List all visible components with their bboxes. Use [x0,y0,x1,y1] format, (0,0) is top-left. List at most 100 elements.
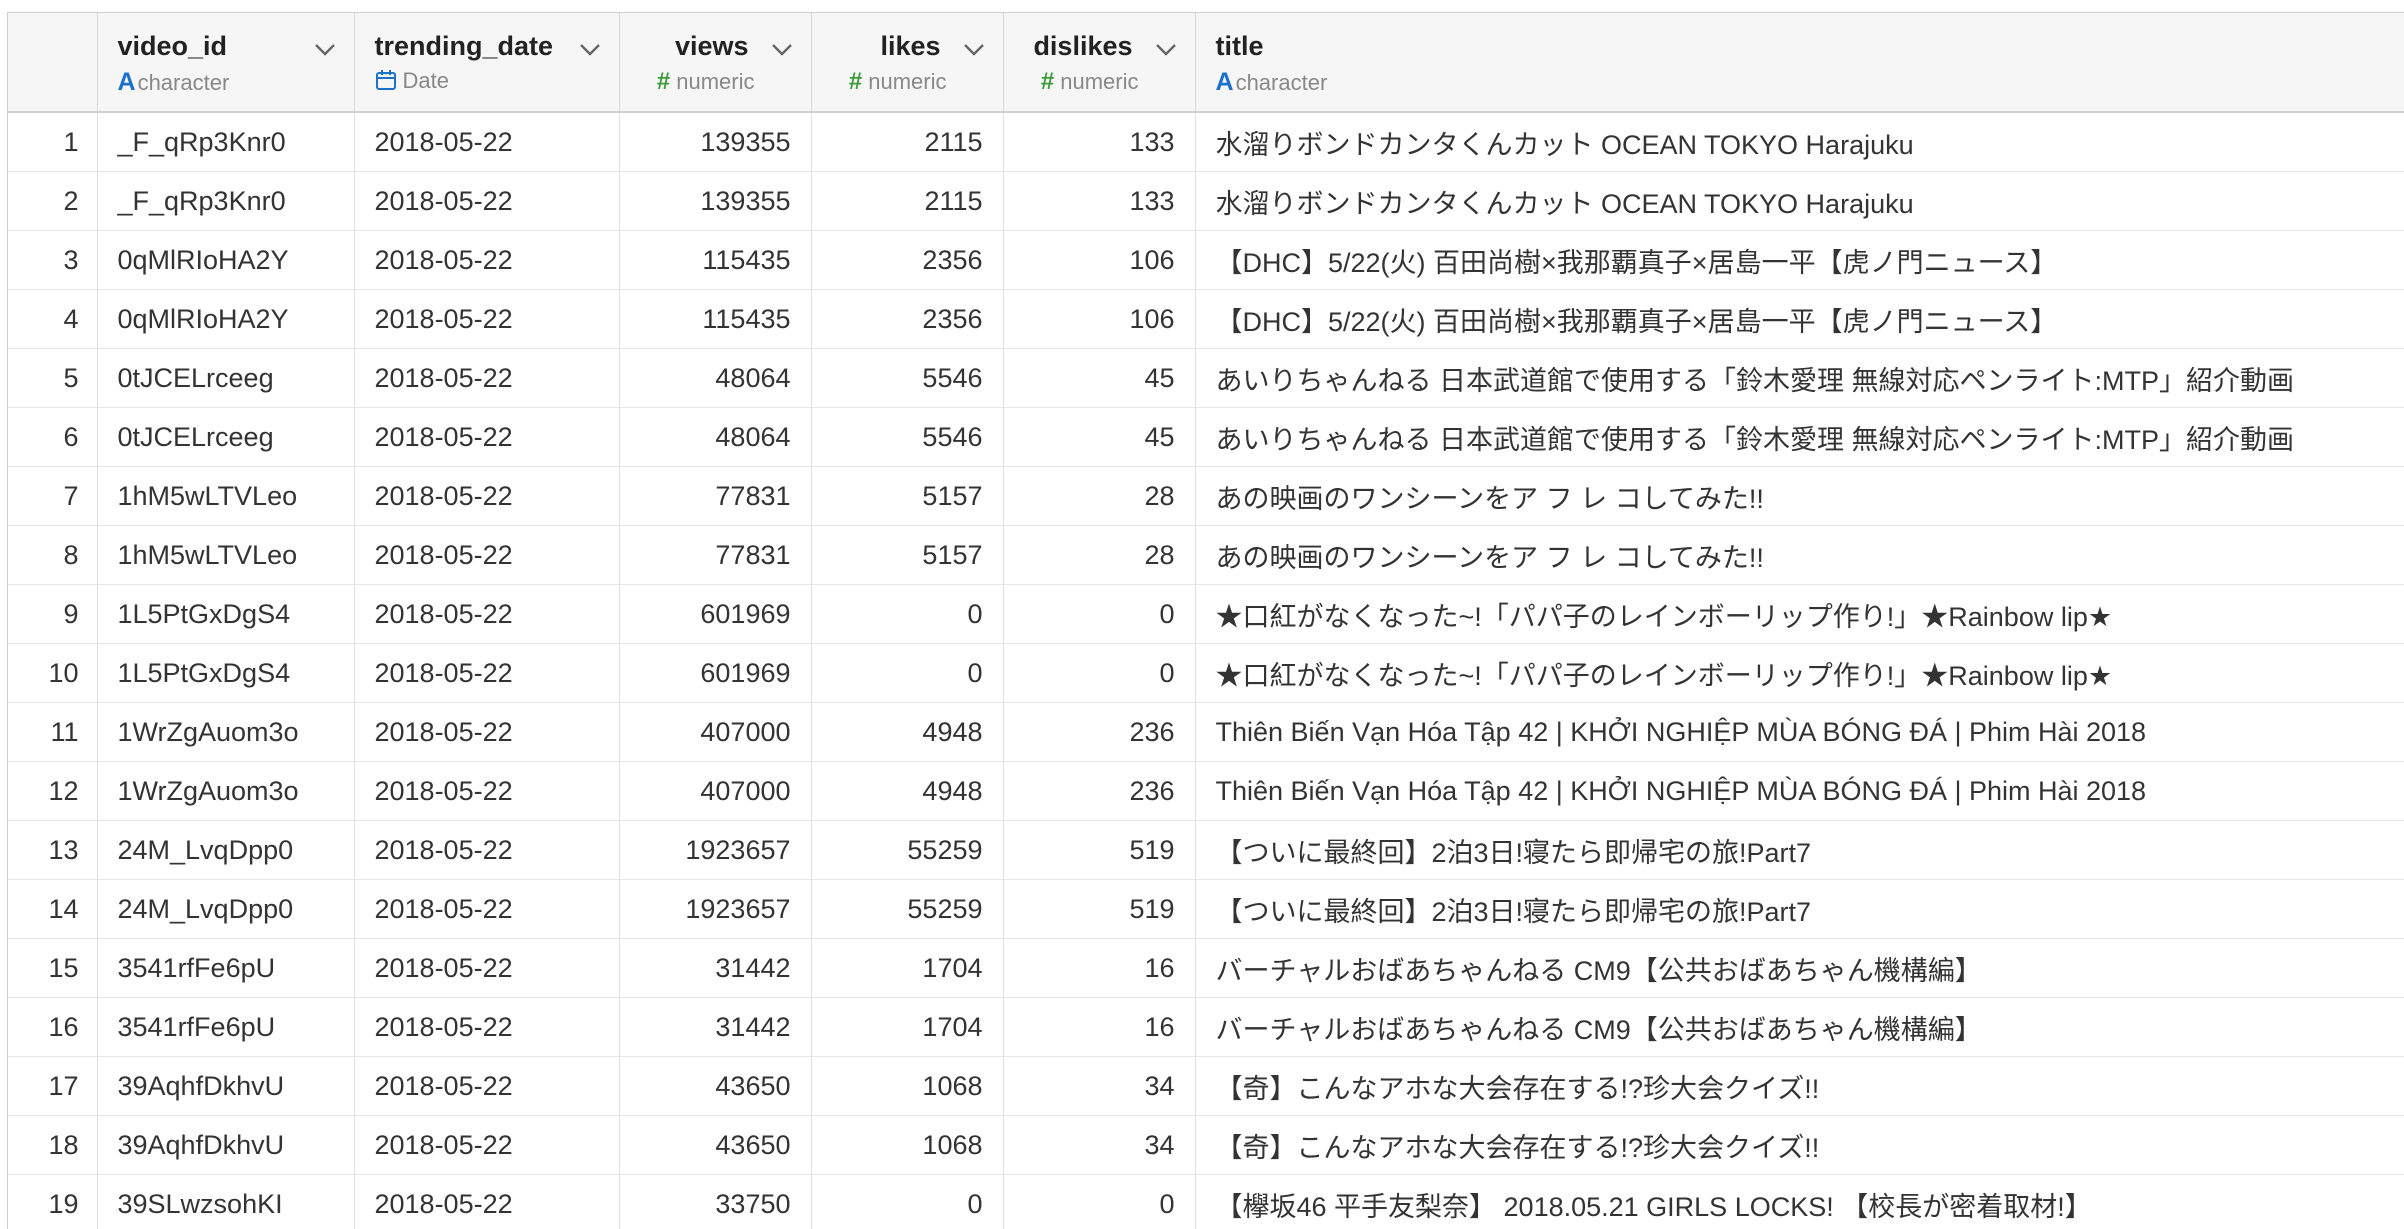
likes-cell[interactable]: 2356 [811,290,1003,349]
video-id-cell[interactable]: 24M_LvqDpp0 [97,821,354,880]
title-cell[interactable]: 水溜りボンドカンタくんカット OCEAN TOKYO Harajuku [1195,112,2404,172]
video-id-cell[interactable]: 0qMlRIoHA2Y [97,290,354,349]
title-cell[interactable]: ★口紅がなくなった~!「パパ子のレインボーリップ作り!」★Rainbow lip… [1195,644,2404,703]
views-cell[interactable]: 601969 [619,585,811,644]
likes-cell[interactable]: 5546 [811,408,1003,467]
row-number-cell[interactable]: 1 [8,112,97,172]
likes-cell[interactable]: 2115 [811,112,1003,172]
likes-cell[interactable]: 1704 [811,998,1003,1057]
trending-date-cell[interactable]: 2018-05-22 [354,1057,619,1116]
title-cell[interactable]: 【DHC】5/22(火) 百田尚樹×我那覇真子×居島一平【虎ノ門ニュース】 [1195,290,2404,349]
likes-cell[interactable]: 5157 [811,467,1003,526]
trending-date-cell[interactable]: 2018-05-22 [354,408,619,467]
video-id-cell[interactable]: 1L5PtGxDgS4 [97,644,354,703]
column-header-dislikes[interactable]: dislikes #numeric [1003,13,1195,112]
likes-cell[interactable]: 5157 [811,526,1003,585]
table-row[interactable]: 111WrZgAuom3o2018-05-224070004948236Thiê… [8,703,2404,762]
title-cell[interactable]: ★口紅がなくなった~!「パパ子のレインボーリップ作り!」★Rainbow lip… [1195,585,2404,644]
views-cell[interactable]: 31442 [619,939,811,998]
dislikes-cell[interactable]: 16 [1003,998,1195,1057]
views-cell[interactable]: 77831 [619,467,811,526]
row-number-cell[interactable]: 9 [8,585,97,644]
table-row[interactable]: 121WrZgAuom3o2018-05-224070004948236Thiê… [8,762,2404,821]
dislikes-cell[interactable]: 236 [1003,703,1195,762]
row-number-cell[interactable]: 11 [8,703,97,762]
views-cell[interactable]: 1923657 [619,880,811,939]
title-cell[interactable]: Thiên Biến Vạn Hóa Tập 42 | KHỞI NGHIỆP … [1195,703,2404,762]
dislikes-cell[interactable]: 16 [1003,939,1195,998]
trending-date-cell[interactable]: 2018-05-22 [354,1116,619,1175]
likes-cell[interactable]: 0 [811,585,1003,644]
likes-cell[interactable]: 5546 [811,349,1003,408]
table-row[interactable]: 101L5PtGxDgS42018-05-2260196900★口紅がなくなった… [8,644,2404,703]
trending-date-cell[interactable]: 2018-05-22 [354,231,619,290]
row-number-cell[interactable]: 8 [8,526,97,585]
video-id-cell[interactable]: 39SLwzsohKI [97,1175,354,1229]
table-row[interactable]: 1324M_LvqDpp02018-05-22192365755259519【つ… [8,821,2404,880]
trending-date-cell[interactable]: 2018-05-22 [354,290,619,349]
video-id-cell[interactable]: 39AqhfDkhvU [97,1116,354,1175]
dislikes-cell[interactable]: 28 [1003,526,1195,585]
dislikes-cell[interactable]: 0 [1003,585,1195,644]
views-cell[interactable]: 407000 [619,703,811,762]
likes-cell[interactable]: 1704 [811,939,1003,998]
row-number-cell[interactable]: 17 [8,1057,97,1116]
title-cell[interactable]: 【ついに最終回】2泊3日!寝たら即帰宅の旅!Part7 [1195,821,2404,880]
views-cell[interactable]: 407000 [619,762,811,821]
video-id-cell[interactable]: 0tJCELrceeg [97,349,354,408]
trending-date-cell[interactable]: 2018-05-22 [354,349,619,408]
views-cell[interactable]: 139355 [619,112,811,172]
table-row[interactable]: 81hM5wLTVLeo2018-05-2277831515728あの映画のワン… [8,526,2404,585]
dislikes-cell[interactable]: 0 [1003,1175,1195,1229]
trending-date-cell[interactable]: 2018-05-22 [354,939,619,998]
row-number-cell[interactable]: 3 [8,231,97,290]
video-id-cell[interactable]: _F_qRp3Knr0 [97,172,354,231]
dislikes-cell[interactable]: 45 [1003,408,1195,467]
title-cell[interactable]: 水溜りボンドカンタくんカット OCEAN TOKYO Harajuku [1195,172,2404,231]
video-id-cell[interactable]: 0qMlRIoHA2Y [97,231,354,290]
row-number-cell[interactable]: 12 [8,762,97,821]
likes-cell[interactable]: 4948 [811,703,1003,762]
title-cell[interactable]: あいりちゃんねる 日本武道館で使用する「鈴木愛理 無線対応ペンライト:MTP」紹… [1195,408,2404,467]
dislikes-cell[interactable]: 519 [1003,821,1195,880]
trending-date-cell[interactable]: 2018-05-22 [354,1175,619,1229]
likes-cell[interactable]: 55259 [811,880,1003,939]
title-cell[interactable]: 【奇】こんなアホな大会存在する!?珍大会クイズ!! [1195,1057,2404,1116]
title-cell[interactable]: あの映画のワンシーンをア フ レ コしてみた!! [1195,467,2404,526]
column-header-views[interactable]: views #numeric [619,13,811,112]
dislikes-cell[interactable]: 133 [1003,172,1195,231]
table-row[interactable]: 1739AqhfDkhvU2018-05-2243650106834【奇】こんな… [8,1057,2404,1116]
likes-cell[interactable]: 0 [811,1175,1003,1229]
views-cell[interactable]: 31442 [619,998,811,1057]
video-id-cell[interactable]: 1WrZgAuom3o [97,703,354,762]
dislikes-cell[interactable]: 28 [1003,467,1195,526]
views-cell[interactable]: 48064 [619,349,811,408]
views-cell[interactable]: 48064 [619,408,811,467]
column-header-likes[interactable]: likes #numeric [811,13,1003,112]
trending-date-cell[interactable]: 2018-05-22 [354,112,619,172]
title-cell[interactable]: Thiên Biến Vạn Hóa Tập 42 | KHỞI NGHIỆP … [1195,762,2404,821]
views-cell[interactable]: 43650 [619,1057,811,1116]
video-id-cell[interactable]: 1WrZgAuom3o [97,762,354,821]
table-row[interactable]: 1939SLwzsohKI2018-05-223375000【欅坂46 平手友梨… [8,1175,2404,1229]
video-id-cell[interactable]: 3541rfFe6pU [97,998,354,1057]
row-number-cell[interactable]: 15 [8,939,97,998]
column-header-trending-date[interactable]: trending_date Date [354,13,619,112]
title-cell[interactable]: あの映画のワンシーンをア フ レ コしてみた!! [1195,526,2404,585]
column-header-video-id[interactable]: video_id Acharacter [97,13,354,112]
dislikes-cell[interactable]: 519 [1003,880,1195,939]
dislikes-cell[interactable]: 34 [1003,1116,1195,1175]
views-cell[interactable]: 115435 [619,231,811,290]
dislikes-cell[interactable]: 236 [1003,762,1195,821]
dislikes-cell[interactable]: 45 [1003,349,1195,408]
trending-date-cell[interactable]: 2018-05-22 [354,467,619,526]
table-row[interactable]: 60tJCELrceeg2018-05-2248064554645あいりちゃんね… [8,408,2404,467]
views-cell[interactable]: 115435 [619,290,811,349]
views-cell[interactable]: 33750 [619,1175,811,1229]
trending-date-cell[interactable]: 2018-05-22 [354,821,619,880]
trending-date-cell[interactable]: 2018-05-22 [354,762,619,821]
row-number-cell[interactable]: 6 [8,408,97,467]
trending-date-cell[interactable]: 2018-05-22 [354,526,619,585]
trending-date-cell[interactable]: 2018-05-22 [354,703,619,762]
likes-cell[interactable]: 1068 [811,1057,1003,1116]
